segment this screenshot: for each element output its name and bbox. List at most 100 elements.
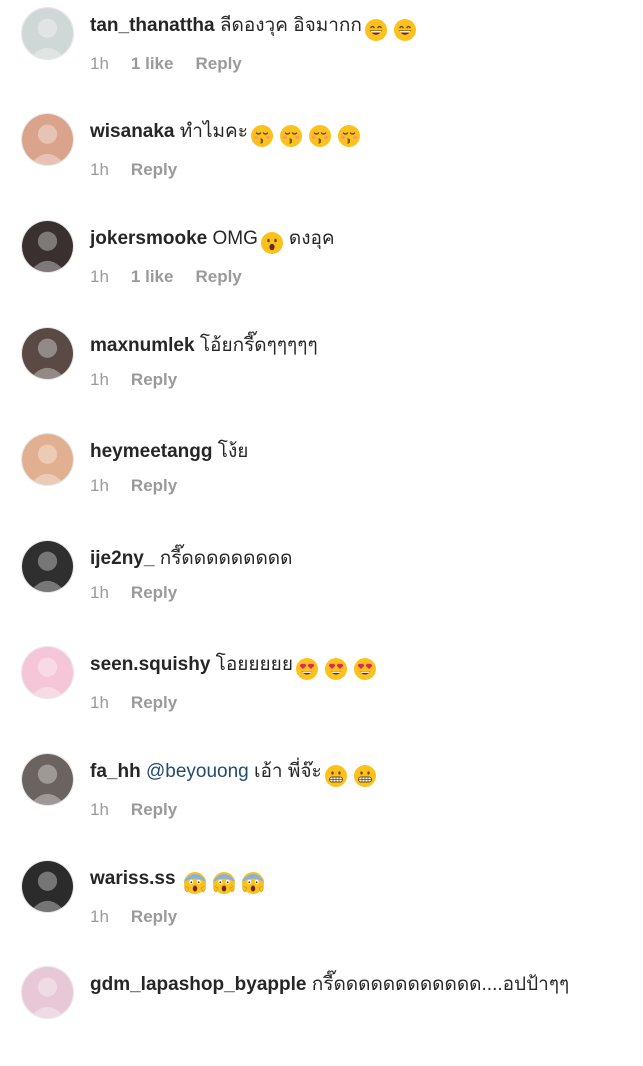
likes-count-button[interactable]: 1 like [131, 266, 174, 288]
comment-text-line: jokersmooke OMG ดงอุค [90, 224, 625, 258]
heart-eyes-face-icon [295, 657, 319, 681]
comment-text-line: wariss.ss [90, 864, 625, 898]
comment-text: OMG [212, 228, 258, 249]
username-link[interactable]: heymeetangg [90, 441, 212, 462]
comment-body: ije2ny_ กรี๊ดดดดดดดดด 1h Reply [90, 544, 625, 604]
comment-body: jokersmooke OMG ดงอุค 1h 1 like Reply [90, 224, 625, 288]
comment-timestamp: 1h [90, 907, 109, 926]
username-link[interactable]: maxnumlek [90, 335, 195, 356]
username-link[interactable]: seen.squishy [90, 654, 210, 675]
comment-text: ทำไมคะ [179, 121, 248, 142]
comment-body: maxnumlek โอ้ยกรี๊ดๆๆๆๆๆ 1h Reply [90, 331, 625, 391]
surprised-face-icon [260, 231, 284, 255]
avatar[interactable] [21, 220, 74, 273]
comment-item: heymeetangg โง้ย 1h Reply [0, 433, 643, 533]
comment-text: โอยยยยย [215, 654, 293, 675]
username-link[interactable]: gdm_lapashop_byapple [90, 974, 306, 995]
comment-body: tan_thanattha ลีดองวุค อิจมากก 1h 1 like Re… [90, 11, 625, 75]
comment-timestamp: 1h [90, 800, 109, 819]
comment-body: wisanaka ทำไมคะ 1h Reply [90, 117, 625, 181]
comment-meta: 1h Reply [90, 692, 625, 714]
emoji-row [260, 228, 289, 258]
comment-meta: 1h Reply [90, 475, 625, 497]
username-link[interactable]: jokersmooke [90, 228, 207, 249]
comment-meta: 1h 1 like Reply [90, 53, 625, 75]
reply-button[interactable]: Reply [131, 582, 177, 604]
mention-link[interactable]: @beyouong [146, 761, 249, 782]
comment-meta: 1h 1 like Reply [90, 266, 625, 288]
avatar[interactable] [21, 753, 74, 806]
avatar[interactable] [21, 7, 74, 60]
comment-text-line: seen.squishy โอยยยยย [90, 650, 625, 684]
avatar[interactable] [21, 540, 74, 593]
username-link[interactable]: fa_hh [90, 761, 141, 782]
heart-eyes-face-icon [324, 657, 348, 681]
comment-text-line: wisanaka ทำไมคะ [90, 117, 625, 151]
username-link[interactable]: wariss.ss [90, 868, 176, 889]
reply-button[interactable]: Reply [131, 369, 177, 391]
grinning-face-icon [393, 18, 417, 42]
comment-timestamp: 1h [90, 370, 109, 389]
reply-button[interactable]: Reply [131, 799, 177, 821]
comment-timestamp: 1h [90, 476, 109, 495]
username-link[interactable]: wisanaka [90, 121, 175, 142]
emoji-row [295, 654, 382, 684]
comment-text: โอ้ยกรี๊ดๆๆๆๆๆ [199, 335, 318, 356]
comment-timestamp: 1h [90, 267, 109, 286]
username-link[interactable]: tan_thanattha [90, 15, 215, 36]
emoji-row [364, 15, 422, 45]
avatar[interactable] [21, 966, 74, 1019]
avatar[interactable] [21, 433, 74, 486]
comment-body: seen.squishy โอยยยยย 1h Reply [90, 650, 625, 714]
comment-body: wariss.ss 1h Reply [90, 864, 625, 928]
emoji-row [250, 121, 366, 151]
comment-meta: 1h Reply [90, 582, 625, 604]
comment-text: ลีดองวุค อิจมากก [219, 15, 362, 36]
screaming-face-icon [212, 871, 236, 895]
avatar[interactable] [21, 860, 74, 913]
avatar[interactable] [21, 113, 74, 166]
emoji-row [324, 761, 382, 791]
reply-button[interactable]: Reply [195, 53, 241, 75]
reply-button[interactable]: Reply [131, 692, 177, 714]
comment-text: โง้ย [217, 441, 249, 462]
comment-text: เอ้า พี่จ๊ะ [248, 761, 322, 782]
reply-button[interactable]: Reply [131, 159, 177, 181]
comment-item: tan_thanattha ลีดองวุค อิจมากก 1h 1 like Re… [0, 7, 643, 107]
likes-count-button[interactable]: 1 like [131, 53, 174, 75]
comment-item: wariss.ss 1h Reply [0, 860, 643, 960]
kissing-face-icon [279, 124, 303, 148]
emoji-row [183, 868, 270, 898]
avatar[interactable] [21, 646, 74, 699]
comment-item: wisanaka ทำไมคะ 1h Reply [0, 113, 643, 213]
avatar[interactable] [21, 327, 74, 380]
comment-body: fa_hh @beyouong เอ้า พี่จ๊ะ 1h Reply [90, 757, 625, 821]
comment-text-line: fa_hh @beyouong เอ้า พี่จ๊ะ [90, 757, 625, 791]
reply-button[interactable]: Reply [131, 906, 177, 928]
comment-text-line: ije2ny_ กรี๊ดดดดดดดดด [90, 544, 625, 574]
comment-text-after: ดงอุค [288, 228, 335, 249]
comment-text-line: maxnumlek โอ้ยกรี๊ดๆๆๆๆๆ [90, 331, 625, 361]
kissing-face-icon [308, 124, 332, 148]
comment-text: กรี๊ดดดดดดดดดดดด....อปป้าๆๆ [311, 974, 570, 995]
comment-item: jokersmooke OMG ดงอุค 1h 1 like Reply [0, 220, 643, 320]
comment-meta: 1h Reply [90, 906, 625, 928]
username-link[interactable]: ije2ny_ [90, 548, 154, 569]
comment-item: maxnumlek โอ้ยกรี๊ดๆๆๆๆๆ 1h Reply [0, 327, 643, 427]
comment-item: fa_hh @beyouong เอ้า พี่จ๊ะ 1h Reply [0, 753, 643, 853]
comment-body: gdm_lapashop_byapple กรี๊ดดดดดดดดดดดด...… [90, 970, 625, 1000]
comment-text: กรี๊ดดดดดดดดด [159, 548, 293, 569]
comment-timestamp: 1h [90, 160, 109, 179]
kissing-face-icon [250, 124, 274, 148]
comment-item: seen.squishy โอยยยยย 1h Reply [0, 646, 643, 746]
comment-timestamp: 1h [90, 583, 109, 602]
heart-eyes-face-icon [353, 657, 377, 681]
comment-timestamp: 1h [90, 693, 109, 712]
reply-button[interactable]: Reply [131, 475, 177, 497]
comment-text-line: heymeetangg โง้ย [90, 437, 625, 467]
comment-item: ije2ny_ กรี๊ดดดดดดดดด 1h Reply [0, 540, 643, 640]
kissing-face-icon [337, 124, 361, 148]
comment-text-line: gdm_lapashop_byapple กรี๊ดดดดดดดดดดดด...… [90, 970, 625, 1000]
reply-button[interactable]: Reply [195, 266, 241, 288]
grimacing-face-icon [353, 764, 377, 788]
